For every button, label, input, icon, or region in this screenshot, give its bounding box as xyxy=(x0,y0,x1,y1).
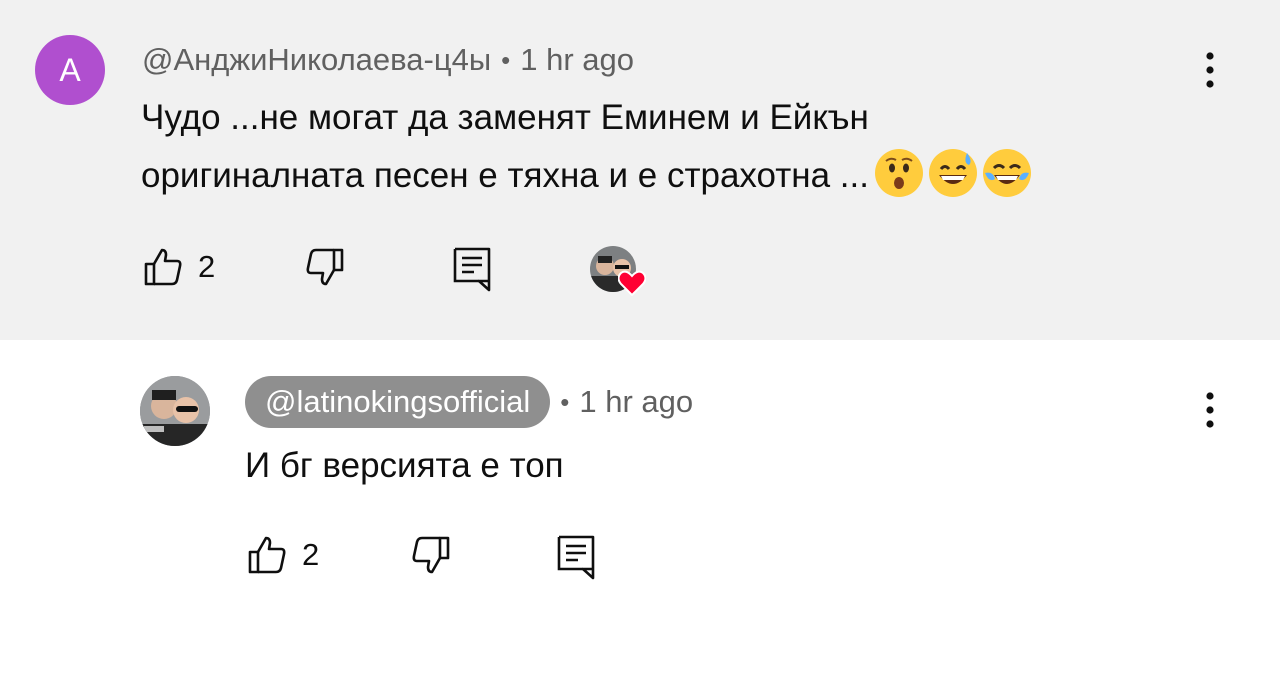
reply-button[interactable] xyxy=(556,534,596,580)
reply-actions: 2 xyxy=(246,534,646,584)
dislike-button[interactable] xyxy=(304,246,346,288)
thumbs-up-icon xyxy=(144,248,182,286)
astonished-face-icon xyxy=(874,149,923,197)
author-name[interactable]: @АнджиНиколаева-ц4ы xyxy=(142,42,491,78)
comment-text: Чудо ...не могат да заменят Еминем и Ейк… xyxy=(141,89,1031,205)
more-actions-icon[interactable] xyxy=(1200,390,1220,430)
more-actions-icon[interactable] xyxy=(1200,50,1220,90)
avatar[interactable]: A xyxy=(35,35,105,105)
timestamp[interactable]: 1 hr ago xyxy=(520,42,634,78)
like-button[interactable]: 2 xyxy=(142,246,215,288)
comment-text-line-2-text: оригиналната песен е тяхна и е страхотна… xyxy=(141,156,869,195)
separator-dot: • xyxy=(501,44,511,75)
reply-header: @latinokingsofficial • 1 hr ago xyxy=(245,376,693,428)
timestamp[interactable]: 1 hr ago xyxy=(579,384,693,420)
comment-header: @АнджиНиколаева-ц4ы • 1 hr ago xyxy=(142,38,634,82)
like-count: 2 xyxy=(198,249,216,284)
thumbs-up-icon xyxy=(248,536,286,574)
author-name-pill[interactable]: @latinokingsofficial xyxy=(245,376,551,428)
avatar-letter: A xyxy=(59,51,81,88)
comment-text-line: Чудо ...не могат да заменят Еминем и Ейк… xyxy=(141,98,869,137)
like-button[interactable]: 2 xyxy=(246,534,319,576)
comment-reply-icon xyxy=(453,247,491,292)
reply-text: И бг версията е топ xyxy=(245,446,564,485)
comment-actions: 2 xyxy=(142,246,662,296)
comment-thread-item: A @АнджиНиколаева-ц4ы • 1 hr ago Чудо ..… xyxy=(0,0,1280,340)
reply-thread-item: @latinokingsofficial • 1 hr ago И бг вер… xyxy=(0,340,1280,684)
dislike-button[interactable] xyxy=(410,534,452,576)
thumbs-down-icon xyxy=(306,248,344,286)
author-name: @latinokingsofficial xyxy=(265,384,531,419)
creator-heart-badge xyxy=(590,246,646,296)
thumbs-down-icon xyxy=(412,536,450,574)
comment-reply-icon xyxy=(557,535,595,580)
tears-of-joy-face-icon xyxy=(982,149,1031,197)
comment-text-line-2: оригиналната песен е тяхна и е страхотна… xyxy=(141,147,1031,205)
reply-button[interactable] xyxy=(452,246,492,292)
separator-dot: • xyxy=(560,386,570,417)
avatar[interactable] xyxy=(140,376,210,446)
like-count: 2 xyxy=(302,537,320,572)
heart-icon xyxy=(618,270,646,296)
grinning-sweat-face-icon xyxy=(928,149,977,197)
